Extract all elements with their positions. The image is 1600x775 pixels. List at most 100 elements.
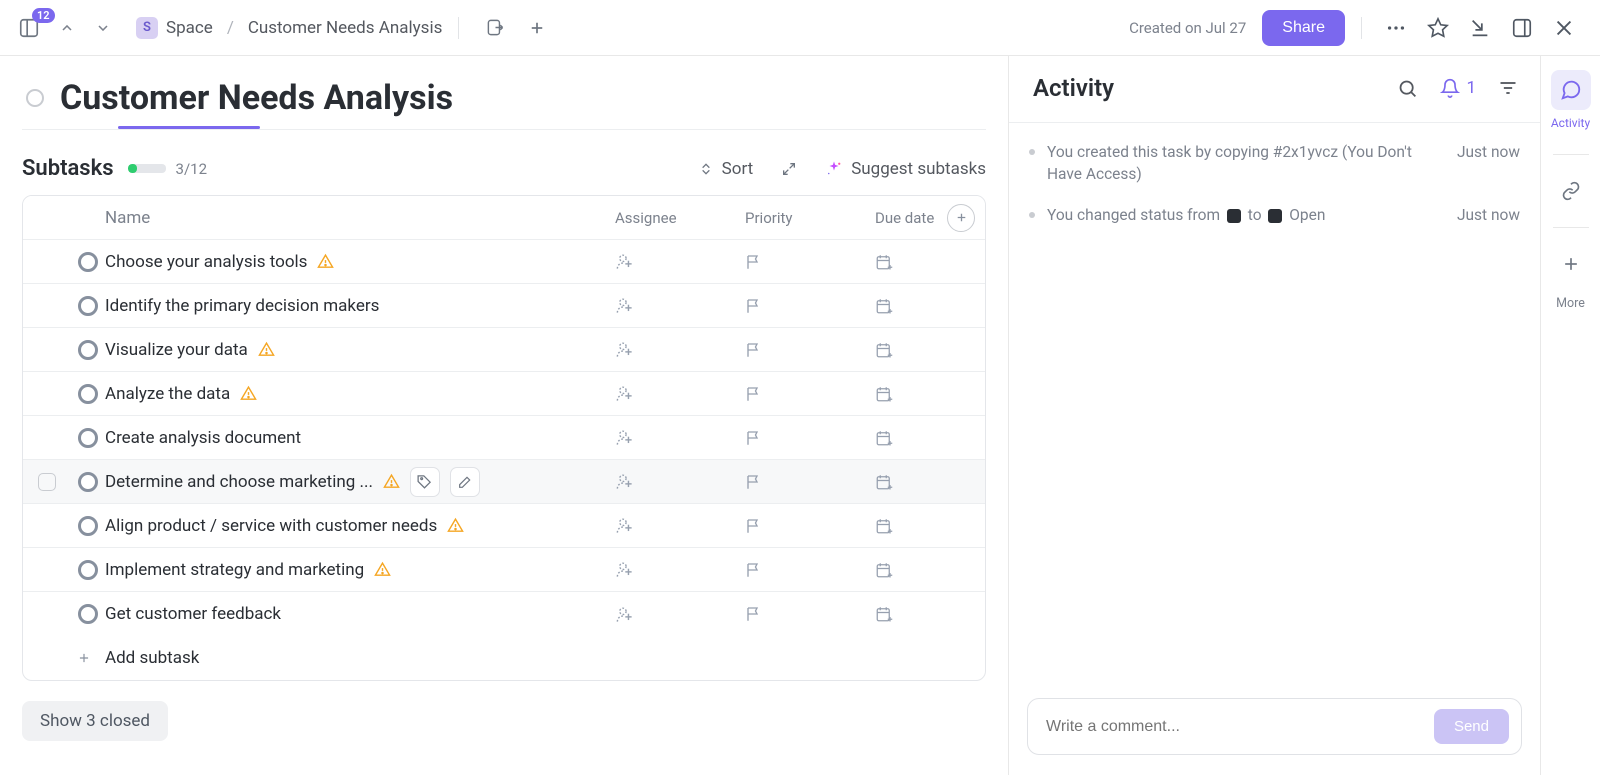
subtask-name[interactable]: Create analysis document (105, 428, 301, 448)
nav-down-icon[interactable] (88, 13, 118, 43)
comment-box: Send (1027, 698, 1522, 755)
suggest-label: Suggest subtasks (851, 159, 986, 179)
breadcrumb-space[interactable]: Space (166, 18, 213, 38)
due-date-icon[interactable] (875, 341, 893, 359)
breadcrumb-current[interactable]: Customer Needs Analysis (248, 18, 443, 38)
subtask-name[interactable]: Analyze the data (105, 384, 230, 404)
assign-icon[interactable] (615, 428, 634, 447)
space-avatar[interactable]: S (136, 17, 158, 39)
close-icon[interactable] (1546, 10, 1582, 46)
rail-activity-icon[interactable] (1551, 70, 1591, 110)
search-icon[interactable] (1397, 78, 1418, 99)
priority-icon[interactable] (745, 253, 763, 271)
add-icon[interactable] (521, 12, 553, 44)
priority-icon[interactable] (745, 605, 763, 623)
table-row[interactable]: Identify the primary decision makers (23, 284, 985, 328)
subtask-name[interactable]: Identify the primary decision makers (105, 296, 379, 316)
priority-icon[interactable] (745, 561, 763, 579)
rail-link-icon[interactable] (1551, 171, 1591, 211)
priority-icon[interactable] (745, 473, 763, 491)
priority-icon[interactable] (745, 341, 763, 359)
priority-icon[interactable] (745, 429, 763, 447)
priority-icon[interactable] (745, 385, 763, 403)
status-circle-icon[interactable] (78, 252, 98, 272)
progress-bar (128, 164, 166, 173)
assign-icon[interactable] (615, 516, 634, 535)
table-row[interactable]: Visualize your data (23, 328, 985, 372)
due-date-icon[interactable] (875, 605, 893, 623)
due-date-icon[interactable] (875, 517, 893, 535)
subtask-name[interactable]: Align product / service with customer ne… (105, 516, 437, 536)
status-circle-icon[interactable] (78, 428, 98, 448)
bullet-icon (1029, 149, 1035, 155)
sort-button[interactable]: Sort (698, 159, 754, 179)
assign-icon[interactable] (615, 296, 634, 315)
activity-pane: Activity 1 You created this task by copy… (1008, 56, 1540, 775)
task-status-circle[interactable] (26, 89, 44, 107)
activity-time: Just now (1457, 204, 1520, 226)
right-rail: Activity More (1540, 56, 1600, 775)
due-date-icon[interactable] (875, 473, 893, 491)
nav-up-icon[interactable] (52, 13, 82, 43)
sidebar-toggle[interactable]: 12 (18, 17, 40, 39)
priority-icon[interactable] (745, 297, 763, 315)
subtask-name[interactable]: Visualize your data (105, 340, 248, 360)
subtask-name[interactable]: Determine and choose marketing ... (105, 472, 373, 492)
status-circle-icon[interactable] (78, 296, 98, 316)
table-row[interactable]: Create analysis document (23, 416, 985, 460)
assign-icon[interactable] (615, 472, 634, 491)
assign-icon[interactable] (615, 252, 634, 271)
status-circle-icon[interactable] (78, 516, 98, 536)
edit-icon[interactable] (450, 467, 480, 497)
assign-icon[interactable] (615, 560, 634, 579)
due-date-icon[interactable] (875, 297, 893, 315)
status-circle-icon[interactable] (78, 472, 98, 492)
subtask-name[interactable]: Get customer feedback (105, 604, 281, 624)
assign-icon[interactable] (615, 340, 634, 359)
due-date-icon[interactable] (875, 253, 893, 271)
subtask-name[interactable]: Choose your analysis tools (105, 252, 307, 272)
activity-text: You created this task by copying #2x1yvc… (1047, 141, 1433, 186)
show-closed-button[interactable]: Show 3 closed (22, 701, 168, 741)
status-circle-icon[interactable] (78, 340, 98, 360)
comment-input[interactable] (1046, 718, 1434, 736)
rail-add-icon[interactable] (1551, 244, 1591, 284)
table-row[interactable]: Determine and choose marketing ... (23, 460, 985, 504)
more-icon[interactable] (1378, 10, 1414, 46)
filter-icon[interactable] (1498, 78, 1518, 98)
created-on-label: Created on Jul 27 (1129, 19, 1246, 37)
table-row[interactable]: Choose your analysis tools (23, 240, 985, 284)
send-button[interactable]: Send (1434, 709, 1509, 744)
expand-button[interactable] (781, 161, 797, 177)
tag-icon[interactable] (410, 467, 440, 497)
assign-icon[interactable] (615, 605, 634, 624)
notification-count: 1 (1466, 78, 1476, 98)
status-circle-icon[interactable] (78, 384, 98, 404)
topbar: 12 S Space / Customer Needs Analysis Cre… (0, 0, 1600, 56)
table-row[interactable]: Implement strategy and marketing (23, 548, 985, 592)
suggest-subtasks-button[interactable]: Suggest subtasks (825, 159, 986, 179)
star-icon[interactable] (1420, 10, 1456, 46)
assign-icon[interactable] (615, 384, 634, 403)
move-icon[interactable] (479, 12, 511, 44)
activity-text: You changed status from to Open (1047, 204, 1433, 226)
status-circle-icon[interactable] (78, 560, 98, 580)
status-from-icon (1227, 209, 1241, 223)
status-circle-icon[interactable] (78, 604, 98, 624)
row-checkbox[interactable] (38, 473, 56, 491)
table-row[interactable]: Analyze the data (23, 372, 985, 416)
table-row[interactable]: Align product / service with customer ne… (23, 504, 985, 548)
subtask-name[interactable]: Implement strategy and marketing (105, 560, 364, 580)
due-date-icon[interactable] (875, 385, 893, 403)
add-column-button[interactable] (947, 204, 975, 232)
collapse-icon[interactable] (1504, 10, 1540, 46)
page-title[interactable]: Customer Needs Analysis (60, 78, 453, 118)
share-button[interactable]: Share (1262, 10, 1345, 46)
notifications-icon[interactable]: 1 (1440, 78, 1476, 98)
add-subtask-row[interactable]: Add subtask (23, 636, 985, 680)
table-row[interactable]: Get customer feedback (23, 592, 985, 636)
due-date-icon[interactable] (875, 429, 893, 447)
download-icon[interactable] (1462, 10, 1498, 46)
due-date-icon[interactable] (875, 561, 893, 579)
priority-icon[interactable] (745, 517, 763, 535)
